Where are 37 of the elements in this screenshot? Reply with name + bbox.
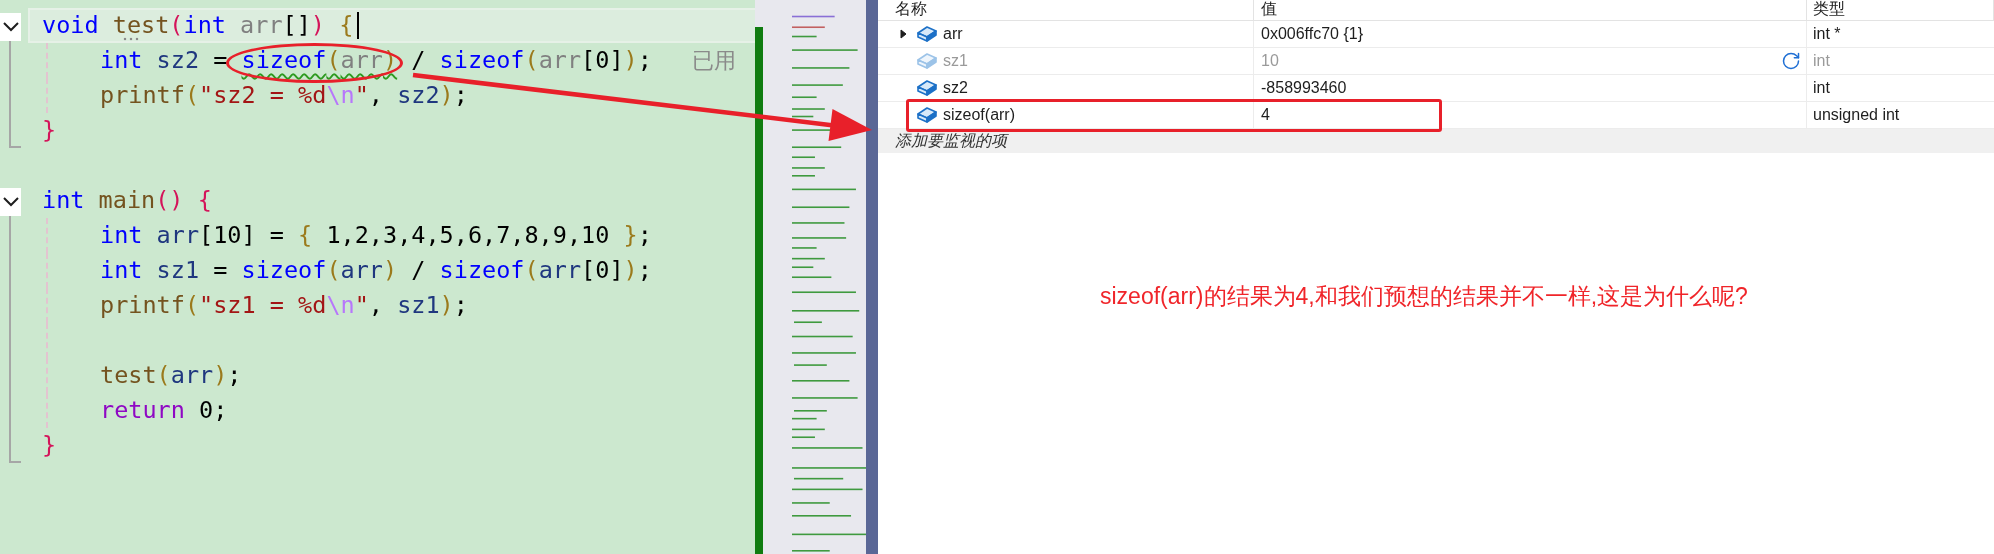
refresh-icon[interactable] — [1781, 51, 1801, 71]
column-header[interactable]: 类型 — [1807, 0, 1994, 20]
fold-chevron-icon[interactable] — [2, 197, 19, 207]
watch-name: sz1 — [943, 52, 968, 70]
variable-icon — [916, 25, 938, 43]
watch-type: int — [1813, 79, 1830, 96]
code-line: printf("sz1 = %d\n", sz1); — [100, 290, 468, 321]
code-line: return 0; — [100, 395, 228, 426]
variable-icon — [916, 52, 938, 70]
fold-chevron-icon[interactable] — [2, 22, 19, 32]
watch-value: 10 — [1261, 52, 1279, 70]
text-caret — [357, 12, 360, 39]
watch-name: sz2 — [943, 79, 968, 97]
code-line: void test(int arr[]) { — [42, 10, 354, 43]
watch-value: 0x006ffc70 {1} — [1261, 25, 1364, 43]
annotation-text: sizeof(arr)的结果为4,和我们预想的结果并不一样,这是为什么呢? — [1100, 283, 1748, 309]
watch-type: int — [1813, 52, 1830, 69]
code-line: } — [42, 430, 57, 461]
watch-type: unsigned int — [1813, 106, 1900, 123]
code-line: int main() { — [42, 185, 212, 216]
column-header[interactable]: 名称 — [878, 0, 1254, 20]
code-line: int sz1 = sizeof(arr) / sizeof(arr[0]); — [100, 255, 652, 286]
variable-icon — [916, 79, 938, 97]
inline-hint: 已用 — [691, 46, 736, 75]
code-line: printf("sz2 = %d\n", sz2); — [100, 80, 468, 111]
watch-type: int * — [1813, 25, 1841, 42]
watch-value: -858993460 — [1261, 79, 1347, 97]
variable-icon — [916, 106, 938, 124]
watch-name: sizeof(arr) — [943, 106, 1015, 124]
column-header[interactable]: 值 — [1254, 0, 1807, 20]
watch-name: arr — [943, 25, 963, 43]
code-line: } — [42, 115, 57, 146]
add-watch-field[interactable]: 添加要监视的项 — [878, 129, 1994, 153]
code-line: test(arr); — [100, 360, 242, 391]
expand-triangle-icon[interactable] — [900, 29, 907, 39]
code-line: int arr[10] = { 1,2,3,4,5,6,7,8,9,10 }; — [100, 220, 652, 251]
watch-value: 4 — [1261, 106, 1270, 124]
